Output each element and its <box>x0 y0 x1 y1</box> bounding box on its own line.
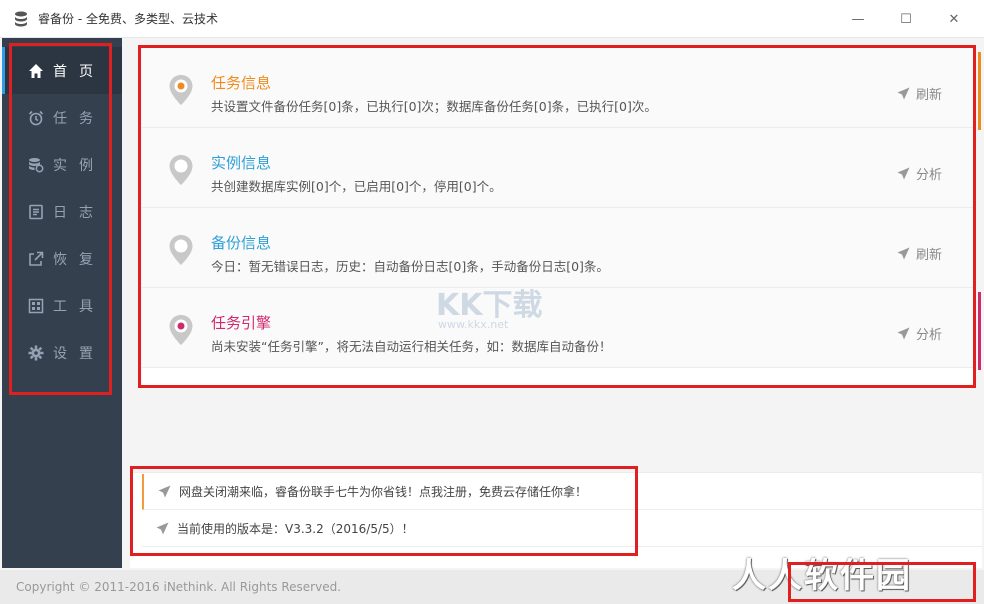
log-icon <box>27 203 45 221</box>
title-bar: 睿备份 - 全免费、多类型、云技术 — ☐ ✕ <box>0 0 984 38</box>
sidebar-item-label: 日志 <box>53 204 105 221</box>
action-label: 刷新 <box>915 88 942 103</box>
card-description: 共设置文件备份任务[0]条，已执行[0]次；数据库备份任务[0]条，已执行[0]… <box>211 99 657 114</box>
action-label: 分析 <box>915 168 942 183</box>
card-title: 任务引擎 <box>211 314 272 332</box>
card-accent-bar <box>978 292 981 370</box>
card-title: 任务信息 <box>211 74 272 92</box>
sidebar-item-label: 首页 <box>53 63 105 80</box>
promo-notice[interactable]: 网盘关闭潮来临，睿备份联手七牛为你省钱！点我注册，免费云存储任你拿！ <box>142 474 982 510</box>
sidebar-item-logs[interactable]: 日志 <box>2 188 122 235</box>
location-pin-icon <box>168 154 194 186</box>
sidebar-item-label: 实例 <box>53 157 105 174</box>
sidebar-item-tools[interactable]: 工具 <box>2 282 122 329</box>
brand-watermark: 人人软件园 <box>732 556 912 596</box>
paper-plane-icon <box>897 327 910 340</box>
watermark-url: www.kkx.net <box>438 318 509 331</box>
notice-text: 当前使用的版本是：V3.3.2（2016/5/5）！ <box>177 522 414 536</box>
version-notice: 当前使用的版本是：V3.3.2（2016/5/5）！ <box>142 511 982 547</box>
paper-plane-icon <box>156 522 169 535</box>
database-icon <box>27 156 45 174</box>
analyze-link[interactable]: 分析 <box>897 164 942 183</box>
card-title: 实例信息 <box>211 154 272 172</box>
sidebar-item-label: 设置 <box>53 345 105 362</box>
paper-plane-icon <box>897 87 910 100</box>
info-cards: 任务信息 共设置文件备份任务[0]条，已执行[0]次；数据库备份任务[0]条，已… <box>142 48 974 388</box>
task-engine-card: 任务引擎 尚未安装“任务引擎”，将无法自动运行相关任务，如：数据库自动备份！ 分… <box>142 288 974 368</box>
sidebar-item-instances[interactable]: 实例 <box>2 141 122 188</box>
card-description: 尚未安装“任务引擎”，将无法自动运行相关任务，如：数据库自动备份！ <box>211 339 612 354</box>
card-description: 共创建数据库实例[0]个，已启用[0]个，停用[0]个。 <box>211 179 502 194</box>
backup-info-card: 备份信息 今日：暂无错误日志，历史：自动备份日志[0]条，手动备份日志[0]条。… <box>142 208 974 288</box>
maximize-button[interactable]: ☐ <box>882 0 930 38</box>
card-accent-bar <box>978 52 981 130</box>
gear-icon <box>27 344 45 362</box>
notice-text: 网盘关闭潮来临，睿备份联手七牛为你省钱！点我注册，免费云存储任你拿！ <box>179 485 588 499</box>
analyze-link[interactable]: 分析 <box>897 324 942 343</box>
refresh-link[interactable]: 刷新 <box>897 84 942 103</box>
sidebar-item-settings[interactable]: 设置 <box>2 329 122 376</box>
card-description: 今日：暂无错误日志，历史：自动备份日志[0]条，手动备份日志[0]条。 <box>211 259 609 274</box>
sidebar: 首页 任务 实例 日志 恢复 工具 设置 <box>2 38 122 568</box>
instance-info-card: 实例信息 共创建数据库实例[0]个，已启用[0]个，停用[0]个。 分析 <box>142 128 974 208</box>
action-label: 刷新 <box>915 248 942 263</box>
copyright-text: Copyright © 2011-2016 iNethink. All Righ… <box>16 580 342 594</box>
tools-icon <box>27 297 45 315</box>
sidebar-item-home[interactable]: 首页 <box>2 47 122 94</box>
home-icon <box>27 62 45 80</box>
database-app-icon <box>14 11 30 27</box>
refresh-link[interactable]: 刷新 <box>897 244 942 263</box>
share-icon <box>27 250 45 268</box>
alarm-clock-icon <box>27 109 45 127</box>
card-title: 备份信息 <box>211 234 272 252</box>
paper-plane-icon <box>897 167 910 180</box>
task-info-card: 任务信息 共设置文件备份任务[0]条，已执行[0]次；数据库备份任务[0]条，已… <box>142 48 974 128</box>
minimize-button[interactable]: — <box>834 0 882 38</box>
location-pin-icon <box>168 314 194 346</box>
sidebar-item-label: 恢复 <box>53 251 105 268</box>
window-title: 睿备份 - 全免费、多类型、云技术 <box>38 12 218 26</box>
location-pin-icon <box>168 234 194 266</box>
sidebar-item-label: 任务 <box>53 110 105 127</box>
action-label: 分析 <box>915 328 942 343</box>
location-pin-icon <box>168 74 194 106</box>
sidebar-item-label: 工具 <box>53 298 105 315</box>
close-button[interactable]: ✕ <box>930 0 978 38</box>
paper-plane-icon <box>158 485 171 498</box>
sidebar-item-restore[interactable]: 恢复 <box>2 235 122 282</box>
sidebar-item-tasks[interactable]: 任务 <box>2 94 122 141</box>
paper-plane-icon <box>897 247 910 260</box>
